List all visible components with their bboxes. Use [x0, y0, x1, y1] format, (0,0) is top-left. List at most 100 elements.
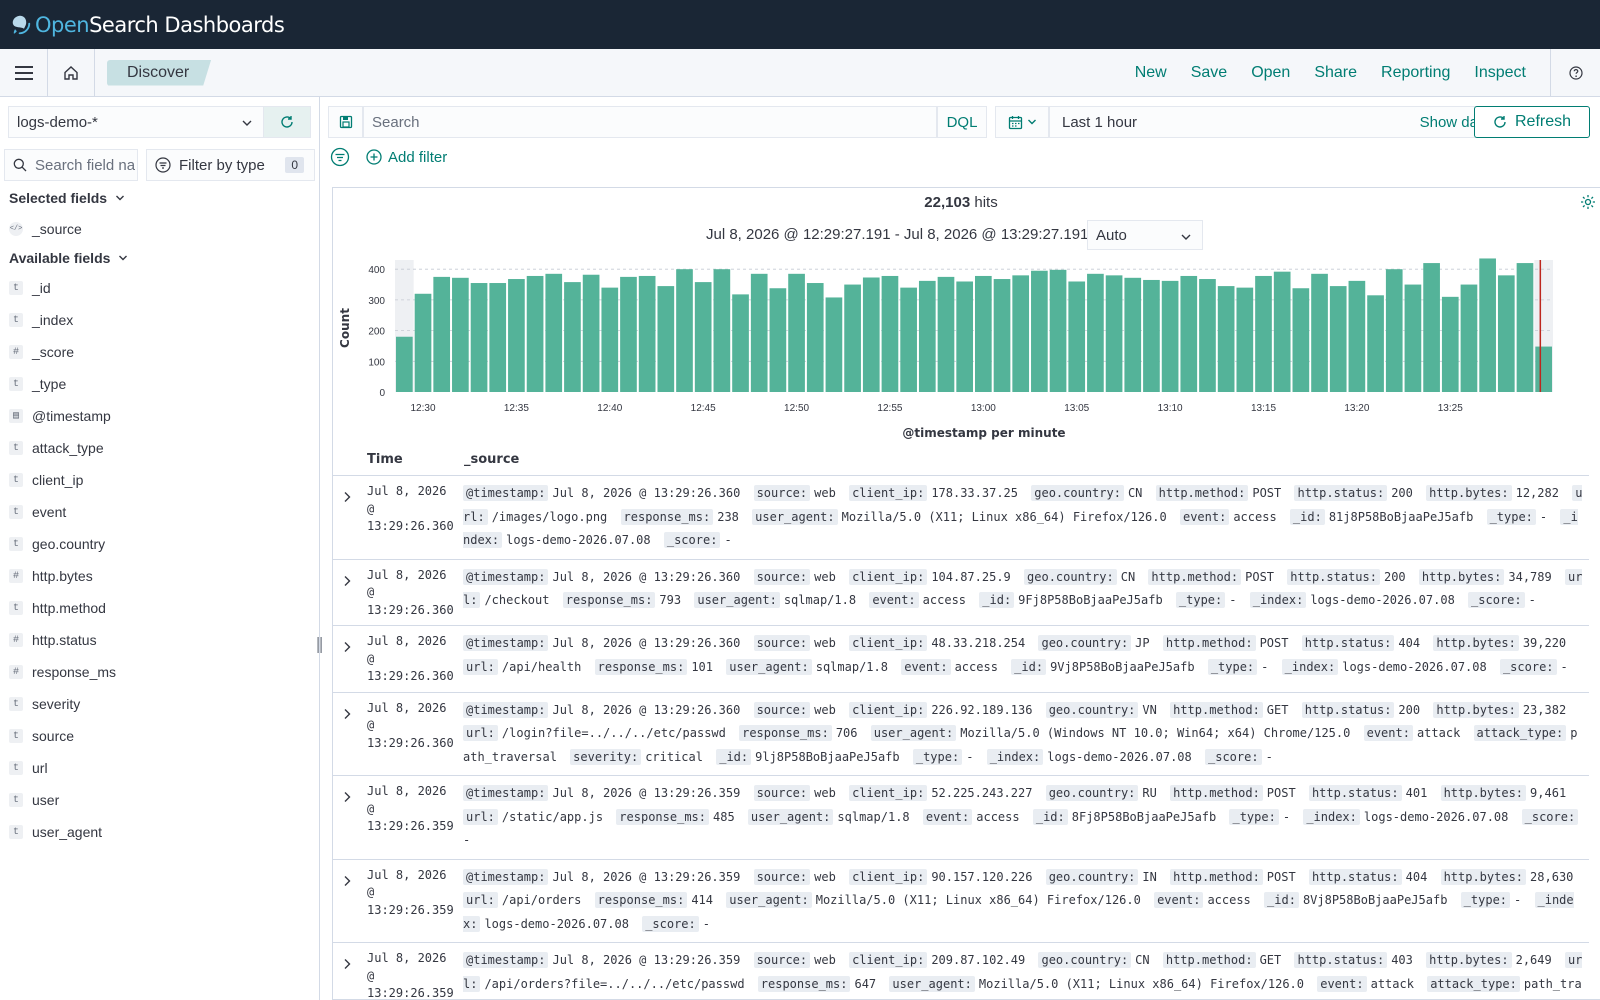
- histogram-bar[interactable]: [1423, 263, 1440, 392]
- histogram-bar[interactable]: [620, 276, 637, 392]
- field-item-http-bytes[interactable]: # http.bytes: [0, 560, 318, 592]
- saved-query-button[interactable]: [328, 106, 363, 138]
- histogram-bar[interactable]: [1479, 258, 1496, 392]
- time-range-picker[interactable]: Last 1 hour Show dates: [1049, 106, 1509, 138]
- histogram-bar[interactable]: [1087, 273, 1104, 392]
- histogram-bar[interactable]: [414, 293, 432, 392]
- chart-options-gear-icon[interactable]: [1580, 194, 1596, 210]
- histogram-bar[interactable]: [1516, 263, 1534, 392]
- histogram-bar[interactable]: [1385, 269, 1403, 392]
- field-item-attack-type[interactable]: t attack_type: [0, 432, 318, 464]
- share-button[interactable]: Share: [1302, 64, 1369, 82]
- column-header-time[interactable]: Time: [367, 452, 403, 467]
- histogram-bar[interactable]: [975, 275, 992, 392]
- histogram-bar[interactable]: [1217, 286, 1235, 392]
- histogram-bar[interactable]: [1311, 273, 1328, 392]
- histogram-bar[interactable]: [1535, 346, 1552, 392]
- histogram-bar[interactable]: [676, 269, 693, 392]
- index-refresh-button[interactable]: [263, 106, 311, 138]
- field-search[interactable]: [4, 149, 138, 181]
- query-search-input[interactable]: [372, 113, 912, 131]
- histogram-bar[interactable]: [526, 275, 544, 392]
- index-pattern-select[interactable]: logs-demo-*: [8, 106, 263, 138]
- histogram-bar[interactable]: [713, 269, 731, 392]
- histogram-bar[interactable]: [1199, 279, 1216, 392]
- field-item-response-ms[interactable]: # response_ms: [0, 656, 318, 688]
- field-item-index[interactable]: t _index: [0, 304, 318, 336]
- expand-row-button[interactable]: [333, 949, 363, 999]
- opensearch-logo[interactable]: OpenSearch Dashboards: [10, 13, 285, 37]
- selected-fields-toggle[interactable]: Selected fields: [9, 190, 125, 206]
- histogram-bar[interactable]: [582, 274, 600, 392]
- histogram-bar[interactable]: [1329, 286, 1347, 392]
- breadcrumb-discover[interactable]: Discover: [107, 60, 211, 86]
- save-button[interactable]: Save: [1179, 64, 1239, 82]
- query-search[interactable]: [363, 106, 937, 138]
- histogram-bar[interactable]: [1497, 275, 1515, 392]
- histogram-bar[interactable]: [433, 276, 451, 392]
- field-item-source[interactable]: t source: [0, 720, 318, 752]
- histogram-bar[interactable]: [694, 282, 712, 392]
- histogram-bar[interactable]: [1105, 275, 1123, 392]
- query-language-button[interactable]: DQL: [937, 106, 987, 138]
- histogram-bar[interactable]: [1124, 277, 1142, 392]
- field-item-user-agent[interactable]: t user_agent: [0, 816, 318, 848]
- field-item-event[interactable]: t event: [0, 496, 318, 528]
- histogram-bar[interactable]: [657, 286, 675, 392]
- field-item-id[interactable]: t _id: [0, 272, 318, 304]
- histogram-bar[interactable]: [750, 273, 768, 392]
- histogram-bar[interactable]: [508, 279, 525, 392]
- field-item-user[interactable]: t user: [0, 784, 318, 816]
- menu-button[interactable]: [0, 48, 48, 97]
- histogram-bar[interactable]: [601, 287, 619, 392]
- field-item-geo-country[interactable]: t geo.country: [0, 528, 318, 560]
- expand-row-button[interactable]: [333, 632, 363, 686]
- histogram-bar[interactable]: [1012, 275, 1030, 392]
- histogram-bar[interactable]: [881, 275, 899, 392]
- field-item-timestamp[interactable]: ▤ @timestamp: [0, 400, 318, 432]
- expand-row-button[interactable]: [333, 699, 363, 770]
- help-button[interactable]: [1550, 49, 1600, 97]
- histogram-bar[interactable]: [1031, 270, 1048, 392]
- histogram-bar[interactable]: [638, 275, 656, 392]
- field-item-http-status[interactable]: # http.status: [0, 624, 318, 656]
- new-button[interactable]: New: [1123, 64, 1179, 82]
- histogram-bar[interactable]: [900, 287, 917, 392]
- histogram-bar[interactable]: [1348, 280, 1366, 392]
- field-item-score[interactable]: # _score: [0, 336, 318, 368]
- histogram-bar[interactable]: [1255, 275, 1272, 392]
- expand-row-button[interactable]: [333, 866, 363, 937]
- histogram-bar[interactable]: [1367, 295, 1384, 392]
- expand-row-button[interactable]: [333, 782, 363, 853]
- field-item-type[interactable]: t _type: [0, 368, 318, 400]
- available-fields-toggle[interactable]: Available fields: [9, 250, 128, 266]
- histogram-bar[interactable]: [1180, 275, 1198, 392]
- refresh-button[interactable]: Refresh: [1474, 106, 1590, 138]
- interval-select[interactable]: Auto: [1087, 220, 1203, 250]
- histogram-bar[interactable]: [993, 279, 1011, 392]
- field-item-severity[interactable]: t severity: [0, 688, 318, 720]
- field-search-input[interactable]: [35, 156, 135, 174]
- histogram-bar[interactable]: [806, 283, 824, 392]
- inspect-button[interactable]: Inspect: [1462, 64, 1538, 82]
- histogram-bar[interactable]: [1292, 288, 1310, 392]
- open-button[interactable]: Open: [1239, 64, 1302, 82]
- field-item-http-method[interactable]: t http.method: [0, 592, 318, 624]
- histogram-bar[interactable]: [1049, 269, 1067, 392]
- histogram-bar[interactable]: [1441, 296, 1459, 392]
- histogram-bar[interactable]: [452, 277, 469, 392]
- histogram-bar[interactable]: [545, 273, 563, 392]
- histogram-bar[interactable]: [937, 276, 955, 392]
- histogram-bar[interactable]: [564, 282, 581, 392]
- field-item-client-ip[interactable]: t client_ip: [0, 464, 318, 496]
- home-button[interactable]: [48, 48, 95, 97]
- histogram-bar[interactable]: [1236, 287, 1254, 392]
- histogram-bar[interactable]: [825, 297, 843, 392]
- histogram-bar[interactable]: [1161, 280, 1179, 392]
- add-filter-button[interactable]: Add filter: [366, 149, 447, 166]
- histogram-bar[interactable]: [844, 284, 861, 392]
- histogram-bar[interactable]: [1404, 284, 1422, 392]
- field-item-url[interactable]: t url: [0, 752, 318, 784]
- histogram-bar[interactable]: [470, 283, 488, 392]
- expand-row-button[interactable]: [333, 482, 363, 553]
